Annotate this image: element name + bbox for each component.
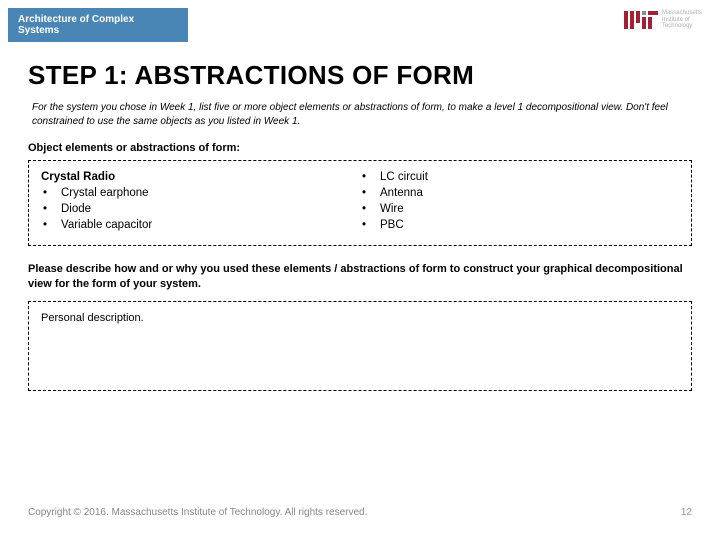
instruction-text: For the system you chose in Week 1, list…: [28, 101, 692, 128]
list-item: • PBC: [360, 219, 679, 231]
elements-right-column: • LC circuit • Antenna • Wire • PBC: [360, 171, 679, 235]
elements-label: Object elements or abstractions of form:: [28, 142, 692, 154]
list-item: • Antenna: [360, 187, 679, 199]
description-box[interactable]: Personal description.: [28, 301, 692, 391]
page-number: 12: [681, 507, 692, 518]
bullet-icon: •: [41, 219, 61, 231]
bullet-icon: •: [360, 203, 380, 215]
bullet-icon: •: [41, 187, 61, 199]
course-title-bar: Architecture of Complex Systems: [8, 8, 188, 42]
copyright-text: Copyright © 2016. Massachusetts Institut…: [28, 507, 367, 518]
mit-logo: Massachusetts Institute of Technology: [624, 10, 702, 30]
system-name: Crystal Radio: [41, 171, 360, 183]
mit-logo-icon: [624, 11, 658, 29]
bullet-icon: •: [41, 203, 61, 215]
elements-box: Crystal Radio • Crystal earphone • Diode…: [28, 160, 692, 246]
mit-logo-text: Massachusetts Institute of Technology: [662, 10, 702, 30]
list-item: • Wire: [360, 203, 679, 215]
list-item: • Variable capacitor: [41, 219, 360, 231]
step-title: STEP 1: ABSTRACTIONS OF FORM: [28, 60, 692, 91]
list-item: • Diode: [41, 203, 360, 215]
list-item: • Crystal earphone: [41, 187, 360, 199]
slide-content: STEP 1: ABSTRACTIONS OF FORM For the sys…: [28, 60, 692, 407]
description-text: Personal description.: [41, 312, 144, 324]
describe-prompt: Please describe how and or why you used …: [28, 262, 692, 293]
slide-footer: Copyright © 2016. Massachusetts Institut…: [28, 507, 692, 518]
elements-left-column: Crystal Radio • Crystal earphone • Diode…: [41, 171, 360, 235]
course-title: Architecture of Complex Systems: [18, 14, 134, 36]
list-item: • LC circuit: [360, 171, 679, 183]
bullet-icon: •: [360, 219, 380, 231]
bullet-icon: •: [360, 187, 380, 199]
bullet-icon: •: [360, 171, 380, 183]
